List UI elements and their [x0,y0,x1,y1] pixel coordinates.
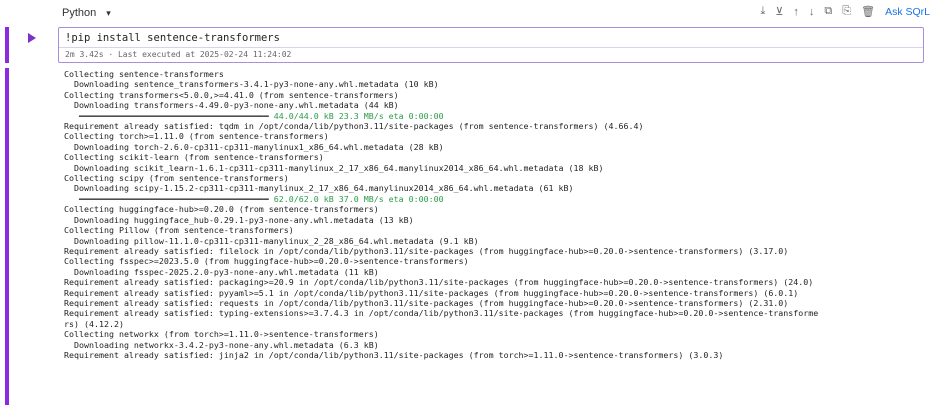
output-line: Downloading sentence_transformers-3.4.1-… [64,79,439,90]
code-editor[interactable]: !pip install sentence-transformers [65,32,280,44]
output-line: Downloading huggingface_hub-0.29.1-py3-n… [64,214,414,225]
paste-icon[interactable]: ⎘ [842,5,851,18]
output-line: Collecting scikit-learn (from sentence-t… [64,152,324,163]
progress-text: 44.0/44.0 kB 23.3 MB/s eta 0:00:00 [273,110,444,121]
output-line: Requirement already satisfied: tqdm in /… [64,121,644,132]
progress-bar-track: ━━━━━━━━━━━━━━━━━━━━━━━━━━━━━━━━━━━━━━ [64,110,274,121]
chevron-down-icon: ▾ [106,7,111,18]
output-line: Downloading pillow-11.1.0-cp311-cp311-ma… [64,235,479,246]
output-indicator [5,68,9,405]
output-line: Collecting sentence-transformers [64,69,224,79]
output-line: Downloading networkx-3.4.2-py3-none-any.… [64,339,379,350]
progress-bar-track: ━━━━━━━━━━━━━━━━━━━━━━━━━━━━━━━━━━━━━━ [64,193,274,204]
language-selector[interactable]: Python ▾ [62,7,111,19]
divider [59,47,923,48]
output-line: Requirement already satisfied: pyyaml>=5… [64,287,799,298]
output-line: Requirement already satisfied: jinja2 in… [64,349,724,360]
code-cell[interactable]: !pip install sentence-transformers 2m 3.… [58,27,924,63]
language-label: Python [62,7,97,19]
cell-actions: ⤓ ⊻ ↑ ↓ ⧉ ⎘ 🗑 Ask SQrL [760,5,930,18]
progress-bar: ━━━━━━━━━━━━━━━━━━━━━━━━━━━━━━━━━━━━━━ 6… [64,194,934,204]
output-line: Collecting Pillow (from sentence-transfo… [64,225,294,236]
cell-toolbar: Python ▾ ⤓ ⊻ ↑ ↓ ⧉ ⎘ 🗑 Ask SQrL [0,0,936,26]
save-icon[interactable]: ⊻ [775,5,783,18]
run-icon[interactable] [28,33,36,43]
output-line: Collecting scipy (from sentence-transfor… [64,173,289,184]
move-up-icon[interactable]: ↑ [793,6,799,18]
progress-text: 62.0/62.0 kB 37.0 MB/s eta 0:00:00 [273,193,444,204]
active-cell-indicator [5,27,9,63]
output-line: Downloading torch-2.6.0-cp311-cp311-many… [64,141,444,152]
download-icon[interactable]: ⤓ [760,5,765,18]
output-line: Collecting networkx (from torch>=1.11.0-… [64,329,379,340]
output-line: Requirement already satisfied: packaging… [64,277,814,288]
ask-sqrl-button[interactable]: Ask SQrL [885,6,930,18]
execution-info: 2m 3.42s · Last executed at 2025-02-24 1… [65,50,292,59]
output-line: Collecting torch>=1.11.0 (from sentence-… [64,131,329,142]
output-line: Downloading transformers-4.49.0-py3-none… [64,100,399,111]
output-line: Downloading scipy-1.15.2-cp311-cp311-man… [64,183,574,194]
copy-icon[interactable]: ⧉ [824,5,832,18]
progress-bar: ━━━━━━━━━━━━━━━━━━━━━━━━━━━━━━━━━━━━━━ 4… [64,111,934,121]
output-line: Requirement already satisfied: typing-ex… [64,308,819,319]
output-line: rs) (4.12.2) [64,318,124,329]
output-line: Collecting fsspec>=2023.5.0 (from huggin… [64,256,469,267]
output-line: Requirement already satisfied: filelock … [64,245,789,256]
output-line: Collecting transformers<5.0.0,>=4.41.0 (… [64,89,399,100]
delete-icon[interactable]: 🗑 [861,5,875,18]
output-line: Collecting huggingface-hub>=0.20.0 (from… [64,204,379,215]
cell-output: Collecting sentence-transformers Downloa… [64,69,934,405]
output-line: Downloading scikit_learn-1.6.1-cp311-cp3… [64,162,604,173]
output-line: Downloading fsspec-2025.2.0-py3-none-any… [64,266,379,277]
move-down-icon[interactable]: ↓ [809,6,815,18]
output-line: Requirement already satisfied: requests … [64,297,789,308]
